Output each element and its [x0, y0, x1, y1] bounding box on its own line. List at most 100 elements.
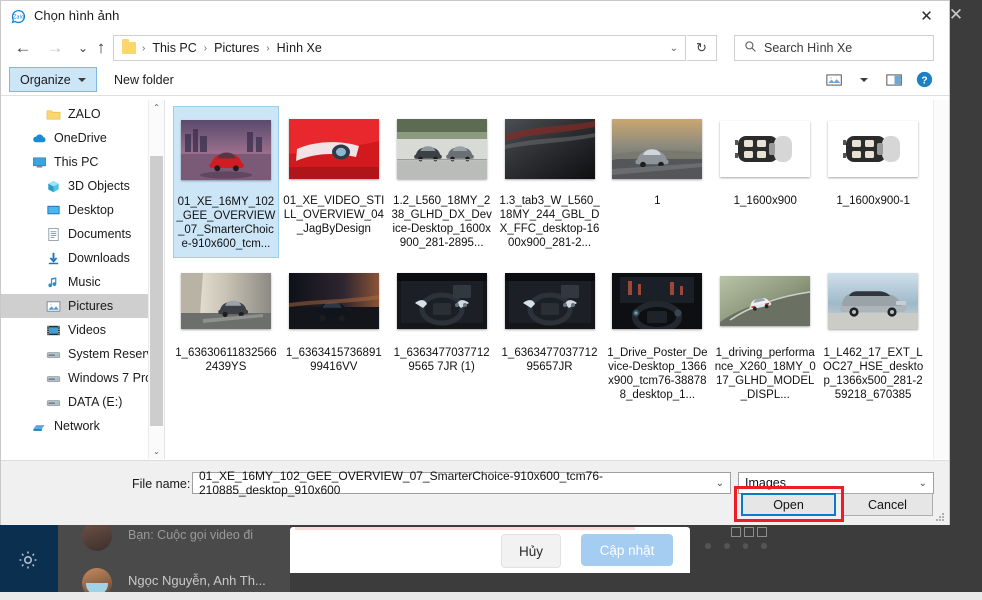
scrollbar-thumb[interactable]	[150, 156, 163, 426]
open-button[interactable]: Open	[741, 493, 836, 516]
file-list-pane[interactable]: 01_XE_16MY_102_GEE_OVERVIEW_07_SmarterCh…	[165, 100, 949, 459]
resize-grip[interactable]	[936, 513, 945, 522]
file-name-label: 1_driving_performance_X260_18MY_017_GLHD…	[714, 346, 816, 402]
sidebar-item-label: DATA (E:)	[68, 395, 122, 409]
chevron-down-icon[interactable]: ⌄	[716, 478, 724, 489]
file-item[interactable]: 1	[604, 106, 710, 258]
svg-text:Zalo: Zalo	[13, 15, 24, 21]
file-name-label: 01_XE_16MY_102_GEE_OVERVIEW_07_SmarterCh…	[176, 195, 276, 251]
network-icon	[31, 418, 47, 434]
sidebar-item-desktop[interactable]: Desktop	[1, 198, 164, 222]
breadcrumb-hinh-xe[interactable]: Hình Xe	[276, 41, 323, 55]
zalo-modal-accent	[295, 527, 635, 530]
view-icon[interactable]	[819, 67, 849, 92]
file-item[interactable]: 1_driving_performance_X260_18MY_017_GLHD…	[712, 258, 818, 408]
file-item[interactable]: 1_Drive_Poster_Device-Desktop_1366x900_t…	[604, 258, 710, 408]
file-item[interactable]: 1_L462_17_EXT_LOC27_HSE_desktop_1366x500…	[820, 258, 926, 408]
gear-icon[interactable]	[16, 548, 40, 572]
breadcrumb-this-pc[interactable]: This PC	[151, 41, 197, 55]
sidebar-item-pictures[interactable]: Pictures	[1, 294, 164, 318]
forward-button[interactable]: →	[41, 34, 69, 62]
3d-objects-icon	[45, 178, 61, 194]
chevron-down-icon[interactable]: ⌄	[919, 478, 927, 489]
sidebar-item-label: OneDrive	[54, 131, 107, 145]
file-item[interactable]: 1_636306118325662439YS	[173, 258, 279, 408]
back-button[interactable]: ←	[9, 34, 37, 62]
scroll-down-icon[interactable]: ⌄	[149, 444, 164, 459]
up-button[interactable]: ↑	[87, 34, 115, 62]
file-thumbnail	[391, 262, 493, 340]
close-icon[interactable]: ✕	[904, 1, 949, 31]
organize-label: Organize	[20, 73, 71, 87]
documents-icon	[45, 226, 61, 242]
file-name-label: 1.3_tab3_W_L560_18MY_244_GBL_DX_FFC_desk…	[499, 194, 601, 250]
file-item[interactable]: 1.3_tab3_W_L560_18MY_244_GBL_DX_FFC_desk…	[497, 106, 603, 258]
navigation-bar: ← → ⌄ ↑ › This PC › Pictures › Hình Xe ⌄…	[1, 31, 949, 65]
search-box[interactable]: Search Hình Xe	[734, 35, 934, 61]
chevron-down-icon[interactable]: ⌄	[670, 43, 685, 54]
new-folder-button[interactable]: New folder	[105, 67, 183, 92]
cancel-button[interactable]: Cancel	[842, 493, 933, 516]
file-item[interactable]: 1_63634770377129565 7JR (1)	[389, 258, 495, 408]
update-button-zalo[interactable]: Cập nhật	[581, 534, 673, 566]
breadcrumb-pictures[interactable]: Pictures	[213, 41, 260, 55]
sidebar-item-music[interactable]: Music	[1, 270, 164, 294]
desktop-icon	[45, 202, 61, 218]
sidebar-item-label: ZALO	[68, 107, 101, 121]
sidebar-item-zalo[interactable]: ZALO	[1, 102, 164, 126]
file-thumbnail	[714, 262, 816, 340]
preview-pane-icon[interactable]	[879, 67, 909, 92]
sidebar-item-data-e[interactable]: DATA (E:)	[1, 390, 164, 414]
sidebar-item-system-reserved[interactable]: System Reserved	[1, 342, 164, 366]
file-item[interactable]: 1.2_L560_18MY_238_GLHD_DX_Device-Desktop…	[389, 106, 495, 258]
file-name-input[interactable]: 01_XE_16MY_102_GEE_OVERVIEW_07_SmarterCh…	[192, 472, 731, 494]
file-grid-row: 01_XE_16MY_102_GEE_OVERVIEW_07_SmarterCh…	[173, 106, 928, 258]
sidebar-item-network[interactable]: Network	[1, 414, 164, 438]
sidebar-item-this-pc[interactable]: This PC	[1, 150, 164, 174]
sidebar-item-3d-objects[interactable]: 3D Objects	[1, 174, 164, 198]
file-thumbnail	[175, 262, 277, 340]
refresh-button[interactable]: ↻	[687, 35, 717, 61]
view-dropdown-caret-icon[interactable]	[849, 67, 879, 92]
file-name-label: 01_XE_VIDEO_STILL_OVERVIEW_04_JagByDesig…	[283, 194, 385, 236]
command-bar: Organize New folder	[1, 65, 949, 96]
file-item[interactable]: 1_1600x900-1	[820, 106, 926, 258]
cancel-button-zalo[interactable]: Hủy	[501, 534, 561, 568]
file-item[interactable]: 1_1600x900	[712, 106, 818, 258]
search-placeholder: Search Hình Xe	[764, 41, 852, 55]
sidebar-item-onedrive[interactable]: OneDrive	[1, 126, 164, 150]
chevron-down-icon	[78, 78, 86, 82]
sidebar-item-videos[interactable]: Videos	[1, 318, 164, 342]
drive-icon	[45, 346, 61, 362]
downloads-icon	[45, 250, 61, 266]
sidebar-item-label: Documents	[68, 227, 131, 241]
sidebar-item-documents[interactable]: Documents	[1, 222, 164, 246]
this-pc-icon	[31, 154, 47, 170]
file-name-label: 1_1600x900	[714, 194, 816, 208]
file-name-label: 1_L462_17_EXT_LOC27_HSE_desktop_1366x500…	[822, 346, 924, 402]
file-thumbnail	[176, 111, 276, 189]
file-pane-scrollbar[interactable]	[933, 100, 949, 459]
scroll-up-icon[interactable]: ⌃	[149, 100, 164, 115]
file-item[interactable]: 01_XE_VIDEO_STILL_OVERVIEW_04_JagByDesig…	[281, 106, 387, 258]
file-item[interactable]: 1_636341573689199416VV	[281, 258, 387, 408]
file-name-label: 1_636341573689199416VV	[283, 346, 385, 374]
address-bar[interactable]: › This PC › Pictures › Hình Xe ⌄	[113, 35, 686, 61]
sidebar-scrollbar[interactable]: ⌃ ⌄	[148, 100, 164, 459]
zalo-window-controls[interactable]	[731, 527, 767, 536]
chat-preview-text: Bạn: Cuộc gọi video đi	[128, 528, 253, 542]
zalo-icon: Zalo	[10, 8, 27, 25]
drive-icon	[45, 370, 61, 386]
sidebar-item-label: Network	[54, 419, 100, 433]
navigation-pane: ZALO OneDrive This PC3D ObjectsDesktop Docu…	[1, 100, 165, 459]
sidebar-item-downloads[interactable]: Downloads	[1, 246, 164, 270]
help-icon[interactable]: ?	[909, 67, 939, 92]
file-thumbnail	[714, 110, 816, 188]
organize-button[interactable]: Organize	[9, 67, 97, 92]
sidebar-item-windows-7-pro[interactable]: Windows 7 Pro (	[1, 366, 164, 390]
file-item[interactable]: 1_6363477037712 95657JR	[497, 258, 603, 408]
file-thumbnail	[606, 110, 708, 188]
file-name-label: 1.2_L560_18MY_238_GLHD_DX_Device-Desktop…	[391, 194, 493, 250]
folder-icon	[45, 106, 61, 122]
file-item[interactable]: 01_XE_16MY_102_GEE_OVERVIEW_07_SmarterCh…	[173, 106, 279, 258]
